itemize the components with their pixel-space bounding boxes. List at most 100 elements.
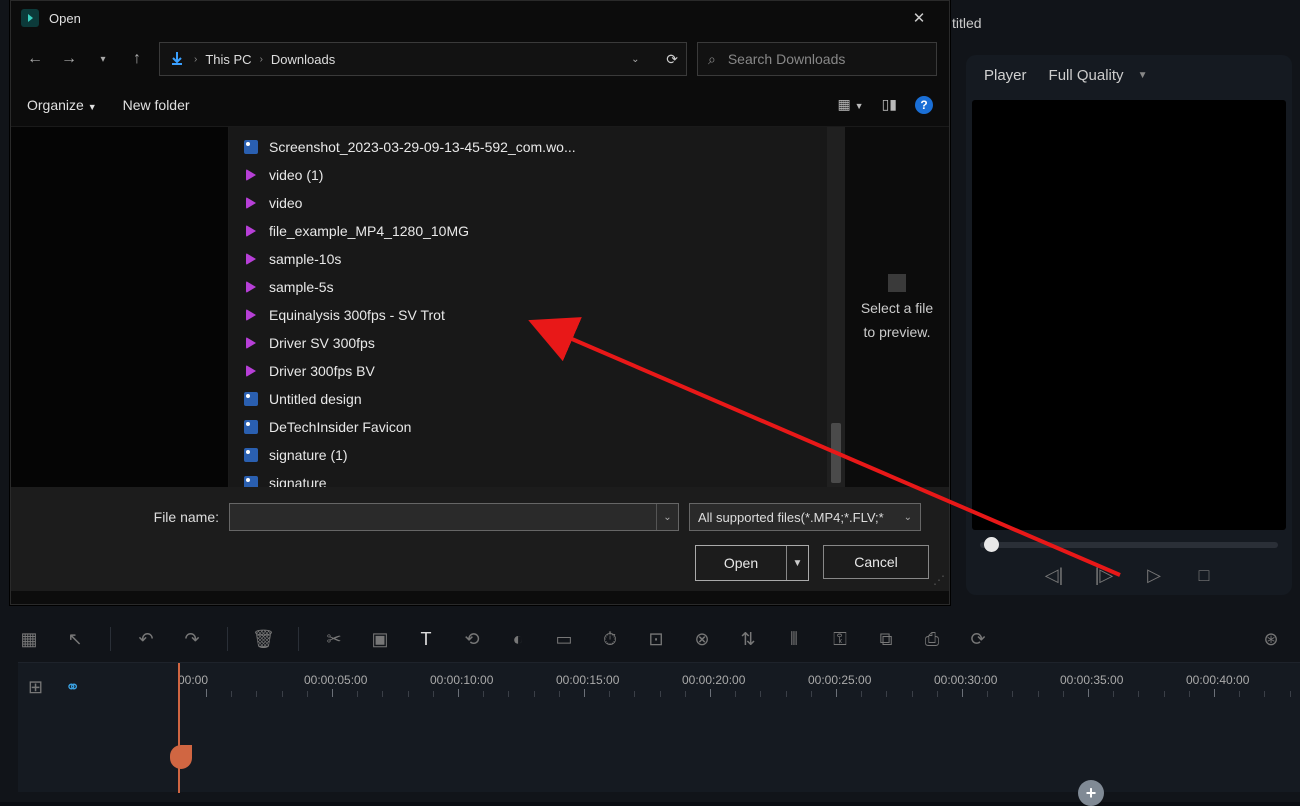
search-icon: ⌕ (708, 51, 716, 68)
speed-icon[interactable]: ⟲ (461, 629, 483, 650)
preview-toggle-button[interactable]: ▯▮ (882, 96, 897, 113)
playhead[interactable] (178, 663, 180, 793)
search-input[interactable]: ⌕ Search Downloads (697, 42, 937, 76)
scrollbar[interactable] (827, 127, 845, 487)
image-icon (243, 447, 259, 463)
open-dropdown[interactable]: ▼ (786, 546, 808, 580)
render-icon[interactable]: ⊛ (1260, 629, 1282, 650)
file-name: Screenshot_2023-03-29-09-13-45-592_com.w… (269, 139, 576, 155)
address-bar[interactable]: › This PC › Downloads ⌄ ⟳ (159, 42, 687, 76)
file-item[interactable]: signature (229, 469, 845, 487)
forward-button[interactable]: → (57, 47, 81, 71)
file-item[interactable]: Untitled design (229, 385, 845, 413)
camera-icon[interactable]: ⎙ (921, 629, 943, 650)
organize-menu[interactable]: Organize ▼ (27, 97, 97, 113)
timeline-ruler[interactable]: 00:0000:00:05:0000:00:10:0000:00:15:0000… (178, 667, 1290, 697)
video-icon (243, 251, 259, 267)
file-item[interactable]: signature (1) (229, 441, 845, 469)
image-icon (243, 419, 259, 435)
player-viewport (972, 100, 1286, 530)
layout-icon[interactable]: ▦ (18, 629, 40, 650)
adjust-icon[interactable]: ⇅ (737, 629, 759, 650)
file-item[interactable]: video (229, 189, 845, 217)
refresh-button[interactable]: ⟳ (666, 51, 678, 68)
delete-icon[interactable]: 🗑 (252, 629, 274, 650)
key-icon[interactable]: ⚿ (829, 629, 851, 650)
redo-icon[interactable]: ↷ (181, 629, 203, 650)
timeline[interactable]: ⊞ ⚭ 00:0000:00:05:0000:00:10:0000:00:15:… (18, 662, 1300, 792)
folder-tree[interactable] (11, 127, 229, 487)
ruler-label: 00:00:20:00 (682, 673, 745, 687)
ruler-label: 00:00:35:00 (1060, 673, 1123, 687)
cursor-icon[interactable]: ↖ (64, 629, 86, 650)
seek-bar[interactable] (980, 542, 1278, 548)
play-icon[interactable]: ▷ (1143, 564, 1165, 586)
video-icon (243, 279, 259, 295)
next-frame-icon[interactable]: |▷ (1093, 564, 1115, 586)
chevron-down-icon: ▼ (1138, 70, 1148, 81)
file-item[interactable]: Driver 300fps BV (229, 357, 845, 385)
cut-icon[interactable]: ✂ (323, 629, 345, 650)
audio-icon[interactable]: ⦀ (783, 629, 805, 650)
folder-icon (168, 50, 186, 68)
group-icon[interactable]: ⧉ (875, 629, 897, 650)
file-item[interactable]: Driver SV 300fps (229, 329, 845, 357)
search-placeholder: Search Downloads (728, 51, 846, 67)
file-item[interactable]: file_example_MP4_1280_10MG (229, 217, 845, 245)
file-item[interactable]: sample-10s (229, 245, 845, 273)
file-item[interactable]: sample-5s (229, 273, 845, 301)
filename-dropdown[interactable]: ⌄ (656, 504, 678, 530)
text-icon[interactable]: T (415, 629, 437, 650)
link-icon[interactable]: ⚭ (65, 677, 80, 698)
video-icon (243, 223, 259, 239)
ruler-label: 00:00 (178, 673, 208, 687)
file-name: signature (1) (269, 447, 348, 463)
open-dialog: Open ✕ ← → ▾ ↑ › This PC › Downloads ⌄ ⟳… (10, 0, 950, 605)
color-icon[interactable]: ◐ (507, 629, 529, 650)
breadcrumb-root[interactable]: This PC (205, 52, 251, 67)
image-icon (243, 139, 259, 155)
ruler-label: 00:00:05:00 (304, 673, 367, 687)
quality-select[interactable]: Full Quality ▼ (1049, 67, 1148, 84)
player-panel: Player Full Quality ▼ ◁| |▷ ▷ □ (966, 55, 1292, 595)
sync-icon[interactable]: ⟳ (967, 629, 989, 650)
video-icon (243, 195, 259, 211)
add-track-icon[interactable]: ⊞ (28, 677, 43, 698)
file-item[interactable]: video (1) (229, 161, 845, 189)
file-item[interactable]: Screenshot_2023-03-29-09-13-45-592_com.w… (229, 133, 845, 161)
resize-grip[interactable]: ⋰ (933, 573, 945, 587)
file-name: video (269, 195, 302, 211)
track-icon[interactable]: ⊡ (645, 629, 667, 650)
transform-icon[interactable]: ▭ (553, 629, 575, 650)
scrollbar-thumb[interactable] (831, 423, 841, 483)
timer-icon[interactable]: ⏱ (599, 629, 621, 650)
new-folder-button[interactable]: New folder (123, 97, 190, 113)
file-item[interactable]: DeTechInsider Favicon (229, 413, 845, 441)
player-label: Player (984, 67, 1027, 84)
file-name: Driver SV 300fps (269, 335, 375, 351)
cancel-button[interactable]: Cancel (823, 545, 929, 579)
ruler-label: 00:00:15:00 (556, 673, 619, 687)
mask-icon[interactable]: ⊗ (691, 629, 713, 650)
view-mode-button[interactable]: ▦ ▼ (838, 96, 864, 113)
crop-icon[interactable]: ▣ (369, 629, 391, 650)
filename-input[interactable]: ⌄ (229, 503, 679, 531)
preview-pane: Select a file to preview. (845, 127, 949, 487)
file-item[interactable]: Equinalysis 300fps - SV Trot (229, 301, 845, 329)
undo-icon[interactable]: ↶ (135, 629, 157, 650)
stop-icon[interactable]: □ (1193, 564, 1215, 586)
add-clip-button[interactable]: + (1078, 780, 1104, 806)
prev-frame-icon[interactable]: ◁| (1043, 564, 1065, 586)
breadcrumb-current[interactable]: Downloads (271, 52, 335, 67)
open-button[interactable]: Open (696, 546, 786, 580)
help-icon[interactable]: ? (915, 96, 933, 114)
filetype-filter[interactable]: All supported files(*.MP4;*.FLV;* ⌄ (689, 503, 921, 531)
file-list[interactable]: Screenshot_2023-03-29-09-13-45-592_com.w… (229, 127, 845, 487)
path-dropdown[interactable]: ⌄ (626, 54, 644, 65)
seek-knob[interactable] (984, 537, 999, 552)
close-button[interactable]: ✕ (899, 3, 939, 33)
playhead-handle[interactable] (170, 745, 192, 769)
up-button[interactable]: ↑ (125, 47, 149, 71)
back-button[interactable]: ← (23, 47, 47, 71)
recent-dropdown[interactable]: ▾ (91, 47, 115, 71)
